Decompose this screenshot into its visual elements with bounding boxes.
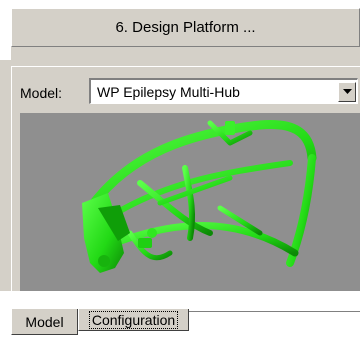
tab-model[interactable]: Model (11, 309, 78, 335)
step-header-button[interactable]: 6. Design Platform ... (11, 8, 360, 47)
header-top-gap (0, 0, 360, 8)
3d-model-render (82, 120, 317, 273)
design-panel: 6. Design Platform ... Model: WP Epileps… (0, 0, 360, 337)
tab-strip-divider (189, 311, 360, 312)
tab-model-label: Model (25, 313, 64, 330)
step-header-title: 6. Design Platform ... (115, 19, 256, 36)
tab-configuration-label: Configuration (88, 310, 179, 329)
tab-configuration[interactable]: Configuration (78, 309, 189, 331)
model-label: Model: (20, 85, 63, 101)
model-row: Model: (20, 80, 68, 106)
model-select[interactable]: WP Epilepsy Multi-Hub (89, 78, 358, 104)
chevron-down-icon[interactable] (338, 81, 356, 102)
model-select-value: WP Epilepsy Multi-Hub (97, 83, 240, 100)
left-gap (0, 0, 11, 60)
tab-strip: Model Configuration (0, 291, 360, 337)
model-viewport[interactable] (20, 113, 360, 291)
